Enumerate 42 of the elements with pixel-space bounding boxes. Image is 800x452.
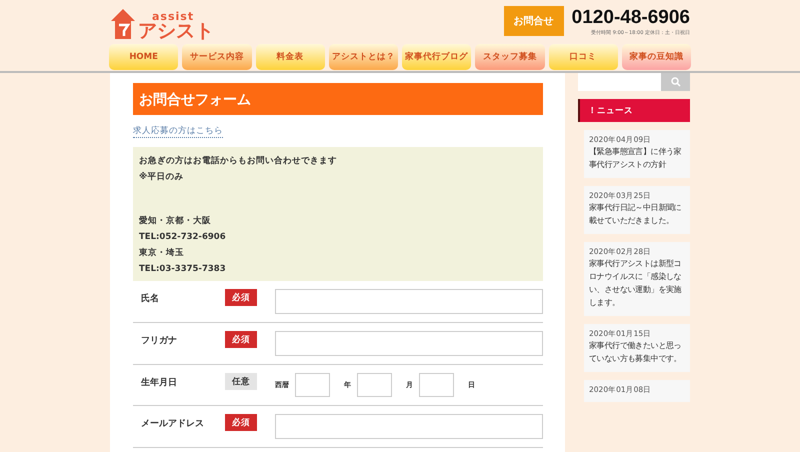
optional-badge: 任意 (225, 373, 257, 390)
news-heading: ！ニュース (578, 99, 690, 122)
date-input-field[interactable] (357, 373, 392, 397)
nav-tab[interactable]: HOME (109, 44, 178, 70)
search-field[interactable] (578, 73, 661, 91)
text-input-field[interactable] (275, 414, 543, 439)
date-input-field[interactable] (419, 373, 454, 397)
nav-tab[interactable]: 料金表 (256, 44, 325, 70)
nav-tab[interactable]: サービス内容 (182, 44, 252, 70)
logo-text: assist アシスト (138, 11, 214, 41)
news-title: 家事代行日記～中日新聞に載せていただきました。 (589, 202, 682, 227)
required-badge: 必須 (225, 289, 257, 306)
nav-tab[interactable]: アシストとは？ (328, 44, 398, 70)
search-button[interactable] (661, 73, 690, 91)
recruit-link[interactable]: 求人応募の方はこちら (133, 125, 223, 138)
required-badge: 必須 (225, 414, 257, 431)
field-label: 生年月日 (141, 376, 178, 389)
search-icon (670, 77, 680, 87)
field-label: メールアドレス (141, 418, 205, 430)
notice-line: TEL:052-732-6906 (139, 231, 227, 244)
form-title: お問合せフォーム (133, 83, 543, 115)
nav-tab[interactable]: 口コミ (548, 44, 618, 70)
phone-number: 0120-48-6906 (572, 6, 690, 28)
field-label: 氏名 (141, 292, 160, 305)
news-title: 家事代行アシストは新型コロナウイルスに「感染しない、させない運動」を実施します。 (589, 258, 682, 309)
contact-button[interactable]: お問合せ (504, 6, 564, 36)
notice-line: お急ぎの方はお電話からもお問い合わせできます (139, 154, 338, 168)
field-label: フリガナ (141, 335, 178, 347)
notice-line: TEL:03-3375-7383 (139, 263, 227, 276)
news-title: 家事代行で働きたいと思っていない方も募集中です。 (589, 340, 682, 365)
nav-tab[interactable]: 家事の豆知識 (622, 44, 691, 70)
notice-line: ※平日のみ (139, 171, 184, 184)
date-input-field[interactable] (295, 373, 330, 397)
news-title: 【緊急事態宣言】に伴う家事代行アシストの方針 (589, 146, 682, 171)
notice-line: 愛知・京都・大阪 (139, 214, 212, 228)
house-logo-icon (110, 7, 136, 41)
nav-tab[interactable]: スタッフ募集 (475, 44, 544, 70)
nav-tab[interactable]: 家事代行ブログ (402, 44, 472, 70)
required-badge: 必須 (225, 331, 257, 348)
notice-line: 東京・埼玉 (139, 246, 185, 260)
text-input-field[interactable] (275, 331, 543, 356)
text-input-field[interactable] (275, 289, 543, 314)
